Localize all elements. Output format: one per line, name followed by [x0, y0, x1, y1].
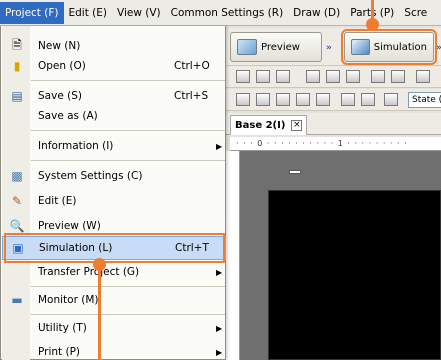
new-file-icon: 🗎 — [12, 37, 22, 52]
screen-preview-area[interactable] — [268, 190, 441, 360]
toolbar-tool-icon[interactable] — [326, 70, 340, 83]
toolbar-tool-icon[interactable] — [276, 70, 290, 83]
menu-item-transfer-project[interactable]: Transfer Project (G) ▶ — [2, 260, 226, 284]
submenu-arrow-icon: ▶ — [216, 323, 223, 333]
callout-dot — [366, 18, 379, 31]
project-dropdown-menu: 🗎 New (N) ▮ Open (O) Ctrl+O ▤ Save (S) C… — [0, 26, 226, 360]
toolbar-tool-icon[interactable] — [296, 93, 310, 106]
system-settings-icon: ▩ — [11, 169, 23, 183]
toolbar-tool-icon[interactable] — [276, 93, 290, 106]
menu-separator — [31, 160, 225, 161]
menu-edit[interactable]: Edit (E) — [64, 2, 113, 24]
parts-toolbar: State ( — [226, 89, 441, 111]
menu-item-open[interactable]: ▮ Open (O) Ctrl+O — [2, 54, 226, 78]
menu-item-utility[interactable]: Utility (T) ▶ — [2, 316, 226, 340]
menu-project[interactable]: Project (F) — [0, 1, 64, 24]
menu-screen[interactable]: Scre — [399, 2, 432, 24]
menu-item-system-settings[interactable]: ▩ System Settings (C) — [2, 164, 226, 188]
menu-separator — [31, 80, 225, 81]
close-icon[interactable]: × — [291, 120, 303, 131]
toolbar-tool-icon[interactable] — [384, 93, 398, 106]
horizontal-ruler: · · · 0 · · · · · · · · · · 1 · · · · · … — [230, 137, 441, 151]
menu-view[interactable]: View (V) — [112, 2, 166, 24]
folder-icon: ▮ — [13, 59, 21, 73]
simulation-button[interactable]: Simulation — [341, 29, 437, 65]
tab-base-2[interactable]: Base 2(I) × — [230, 115, 308, 135]
callout-dot — [93, 258, 106, 271]
toolbar-tool-icon[interactable] — [316, 93, 330, 106]
main-toolbar: Preview » Simulation » — [226, 28, 441, 66]
submenu-arrow-icon: ▶ — [216, 347, 223, 357]
toolbar-tool-icon[interactable] — [346, 70, 360, 83]
menu-item-save-as[interactable]: Save as (A) — [2, 104, 226, 128]
edit-icon: ✎ — [11, 194, 23, 208]
submenu-arrow-icon: ▶ — [216, 141, 223, 151]
menu-draw[interactable]: Draw (D) — [288, 2, 345, 24]
state-select[interactable]: State ( — [408, 92, 441, 108]
preview-icon: 🔍 — [9, 219, 25, 233]
menu-separator — [31, 314, 225, 315]
toolbar-tool-icon[interactable] — [256, 93, 270, 106]
monitor-icon: ▬ — [11, 293, 23, 307]
submenu-arrow-icon: ▶ — [216, 267, 223, 277]
toolbar-tool-icon[interactable] — [256, 70, 270, 83]
save-icon: ▤ — [11, 89, 23, 103]
preview-button-label: Preview — [261, 41, 300, 53]
toolbar-tool-icon[interactable] — [306, 70, 320, 83]
arrow-icon: » — [326, 43, 332, 53]
menu-separator — [31, 286, 225, 287]
toolbar-tool-icon[interactable] — [391, 70, 405, 83]
toolbar-tool-icon[interactable] — [416, 70, 430, 83]
menu-common-settings[interactable]: Common Settings (R) — [166, 2, 289, 24]
toolbar-tool-icon[interactable] — [236, 93, 250, 106]
simulation-icon — [351, 39, 370, 55]
toolbar-tool-icon[interactable] — [341, 93, 355, 106]
arrow-icon: » — [436, 43, 441, 53]
toolbar-tool-icon[interactable] — [361, 93, 375, 106]
menu-item-edit[interactable]: ✎ Edit (E) — [2, 189, 226, 213]
callout-leader-line — [98, 263, 101, 360]
menu-item-information[interactable]: Information (I) ▶ — [2, 134, 226, 158]
menu-item-monitor[interactable]: ▬ Monitor (M) — [2, 288, 226, 312]
toolbar-tool-icon[interactable] — [371, 70, 385, 83]
menu-separator — [31, 130, 225, 131]
preview-icon — [237, 39, 257, 55]
simulation-button-label: Simulation — [373, 41, 427, 53]
tab-label: Base 2(I) — [235, 120, 286, 131]
screen-tab-row: Base 2(I) × — [226, 113, 441, 135]
menu-item-print[interactable]: Print (P) ▶ — [2, 340, 226, 360]
resize-handle[interactable] — [289, 170, 301, 174]
vertical-ruler — [226, 151, 240, 360]
preview-button[interactable]: Preview — [230, 32, 322, 62]
draw-toolbar — [226, 66, 441, 88]
toolbar-tool-icon[interactable] — [236, 70, 250, 83]
simulation-menu-highlight — [4, 233, 225, 263]
